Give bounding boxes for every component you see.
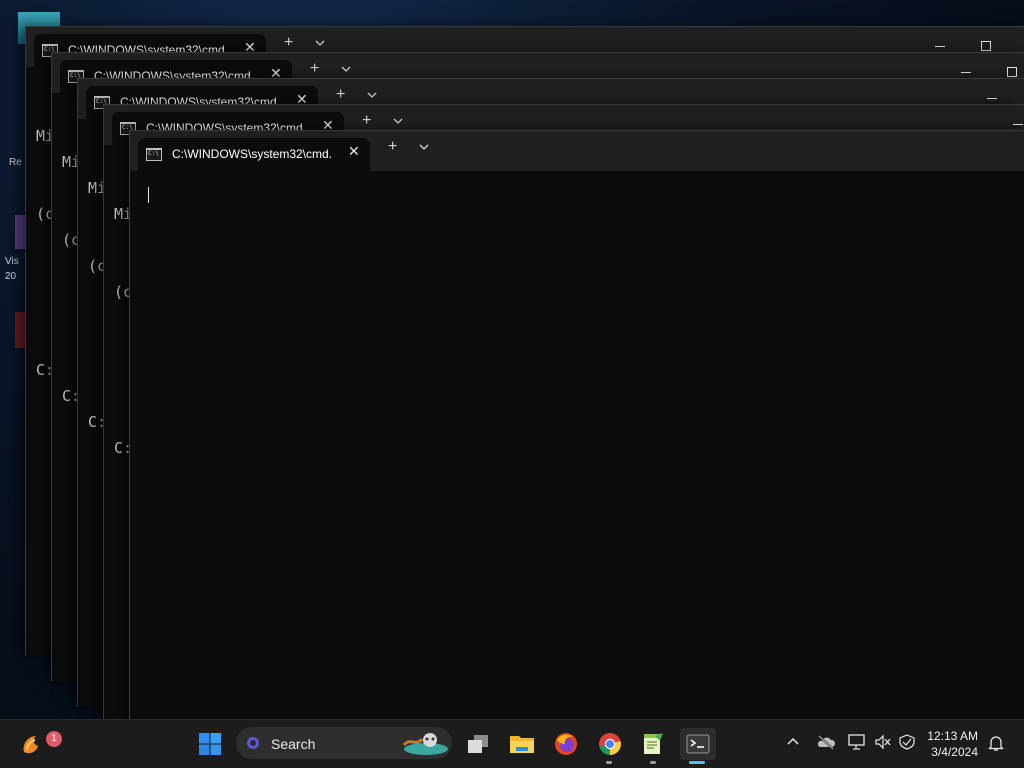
text-cursor — [148, 187, 149, 203]
chevron-down-icon[interactable] — [366, 90, 378, 100]
notification-bell-icon[interactable] — [987, 734, 1005, 757]
notification-badge: 1 — [46, 731, 62, 747]
clock-date: 3/4/2024 — [931, 745, 978, 759]
clock-time: 12:13 AM — [927, 729, 978, 743]
desktop-icon-visual-studio[interactable] — [15, 215, 25, 249]
maximize-button[interactable] — [981, 41, 991, 51]
desktop-icon-label-year: 20 — [5, 271, 17, 282]
onedrive-icon[interactable] — [816, 734, 836, 755]
search-input[interactable]: Search — [236, 727, 452, 759]
widgets-icon — [23, 736, 38, 754]
firefox-button[interactable] — [550, 728, 582, 760]
close-tab-icon[interactable]: ✕ — [348, 143, 360, 160]
desktop-icon-label-vis: Vis — [5, 256, 19, 267]
new-tab-icon[interactable]: + — [336, 86, 345, 104]
cmd-icon — [146, 148, 162, 161]
minimize-button[interactable] — [961, 72, 971, 73]
search-icon — [247, 737, 259, 749]
network-icon[interactable] — [848, 734, 866, 755]
chevron-down-icon[interactable] — [340, 64, 352, 74]
notepad-plus-button[interactable] — [637, 728, 669, 760]
chevron-down-icon[interactable] — [314, 38, 326, 48]
task-view-button[interactable] — [462, 728, 494, 760]
file-explorer-button[interactable] — [506, 728, 538, 760]
notepad-plus-icon — [644, 733, 663, 754]
terminal-tab-active[interactable]: C:\WINDOWS\system32\cmd. ✕ — [138, 138, 370, 171]
taskbar: 1 Search 12:13 AM 3/4/2024 — [0, 719, 1024, 768]
chevron-down-icon[interactable] — [418, 142, 430, 152]
volume-muted-icon[interactable] — [874, 734, 892, 755]
maximize-button[interactable] — [1007, 67, 1017, 77]
chrome-icon — [599, 733, 621, 755]
new-tab-icon[interactable]: + — [362, 112, 371, 130]
active-indicator — [689, 761, 705, 764]
chevron-up-icon[interactable] — [786, 734, 800, 755]
firefox-icon — [555, 733, 577, 755]
start-button[interactable] — [194, 728, 226, 760]
search-highlight-icon — [402, 733, 448, 755]
system-clock[interactable]: 12:13 AM 3/4/2024 — [927, 728, 978, 760]
desktop-icon-label-recycle: Re — [9, 157, 22, 168]
start-icon — [199, 733, 221, 755]
terminal-button-active[interactable] — [680, 728, 716, 760]
chevron-down-icon[interactable] — [392, 116, 404, 126]
file-explorer-icon — [510, 736, 534, 753]
search-label: Search — [271, 736, 316, 752]
desktop-icon-app[interactable] — [15, 312, 25, 348]
minimize-button[interactable] — [1013, 124, 1023, 125]
minimize-button[interactable] — [935, 46, 945, 47]
running-indicator — [606, 761, 612, 764]
new-tab-icon[interactable]: + — [310, 60, 319, 78]
tab-title: C:\WINDOWS\system32\cmd. — [172, 147, 333, 161]
running-indicator — [650, 761, 656, 764]
new-tab-icon[interactable]: + — [388, 138, 397, 156]
terminal-icon — [686, 734, 710, 754]
shield-icon[interactable] — [898, 734, 916, 755]
terminal-window-active[interactable]: C:\WINDOWS\system32\cmd. ✕ + — [129, 130, 1024, 721]
new-tab-icon[interactable]: + — [284, 34, 293, 52]
chrome-button[interactable] — [594, 728, 626, 760]
title-bar[interactable]: C:\WINDOWS\system32\cmd. ✕ + — [130, 131, 1024, 171]
console-output[interactable] — [140, 175, 1024, 721]
minimize-button[interactable] — [987, 98, 997, 99]
task-view-icon — [468, 735, 488, 753]
widgets-button[interactable]: 1 — [16, 728, 62, 760]
